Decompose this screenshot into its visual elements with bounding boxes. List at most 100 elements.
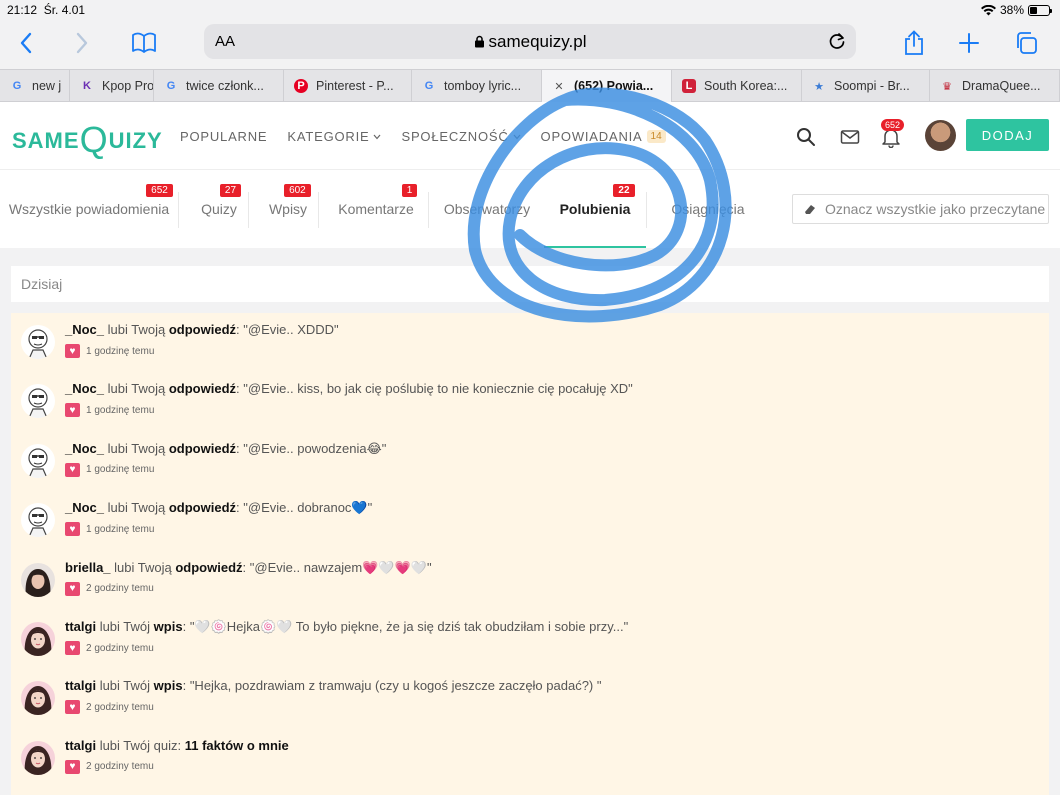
heart-icon: ♥ [65, 344, 80, 358]
tab-wpisy[interactable]: Wpisy 602 [258, 170, 318, 248]
target-type[interactable]: odpowiedź [169, 381, 236, 396]
tabs-icon [1017, 32, 1037, 54]
tab-overview-button[interactable] [1010, 28, 1042, 58]
tab-komentarze[interactable]: Komentarze 1 [324, 170, 428, 248]
browser-tab[interactable]: Gtwice członk... [154, 70, 284, 102]
target-type[interactable]: odpowiedź [175, 560, 242, 575]
target-type[interactable]: odpowiedź [169, 500, 236, 515]
tab-polubienia[interactable]: Polubienia 22 [544, 170, 646, 248]
notification-row[interactable]: ttalgi lubi Twój wpis: "🤍🍥Hejka🍥🤍 To był… [11, 610, 1049, 669]
tab-obserwatorzy[interactable]: Obserwatorzy [434, 170, 540, 248]
username[interactable]: briella_ [65, 560, 111, 575]
notification-text: ttalgi lubi Twój quiz: 11 faktów o mnie [65, 738, 289, 753]
add-button[interactable]: DODAJ [966, 119, 1049, 151]
forward-button[interactable] [66, 28, 98, 58]
username[interactable]: _Noc_ [65, 441, 104, 456]
target-type[interactable]: 11 faktów o mnie [185, 738, 289, 753]
notification-meta: ♥ 2 godziny temu [65, 581, 154, 596]
username[interactable]: ttalgi [65, 738, 96, 753]
share-button[interactable] [898, 28, 930, 58]
action-verb: lubi Twój [99, 619, 151, 634]
browser-tab[interactable]: ✕ (652) Powia... [542, 70, 672, 102]
notification-row[interactable]: briella_ lubi Twoją odpowiedź: "@Evie.. … [11, 551, 1049, 610]
google-icon: G [12, 80, 22, 92]
search-icon[interactable] [795, 126, 817, 148]
back-button[interactable] [10, 28, 42, 58]
target-type[interactable]: odpowiedź [169, 322, 236, 337]
username[interactable]: _Noc_ [65, 322, 104, 337]
action-verb: lubi Twoją [107, 500, 166, 516]
quoted-text: "🤍🍥Hejka🍥🤍 To było piękne, że ja się dzi… [189, 619, 629, 634]
separator: : [242, 559, 247, 575]
tab-label: Polubienia [559, 201, 631, 217]
browser-tab[interactable]: ★ Soompi - Br... [802, 70, 930, 102]
tab-osiągnięcia[interactable]: Osiągnięcia [656, 170, 760, 248]
timestamp: 1 godzinę temu [86, 523, 155, 535]
browser-tab-title: South Korea:... [704, 79, 788, 93]
user-avatar[interactable] [925, 120, 956, 151]
main-nav: POPULARNE KATEGORIE SPOŁECZNOŚĆ OPOWIADA… [180, 129, 666, 144]
mail-icon[interactable] [839, 126, 861, 148]
user-avatar[interactable] [21, 443, 55, 478]
timestamp: 2 godziny temu [86, 761, 154, 773]
browser-tab[interactable]: Gnew j [0, 70, 70, 102]
browser-tab[interactable]: L South Korea:... [672, 70, 802, 102]
tab-wszystkie-powiadomienia[interactable]: Wszystkie powiadomienia 652 [0, 170, 178, 248]
user-avatar[interactable] [21, 562, 55, 597]
notification-text: _Noc_ lubi Twoją odpowiedź: "@Evie.. XDD… [65, 322, 339, 337]
tab-quizy[interactable]: Quizy 27 [190, 170, 248, 248]
target-type[interactable]: wpis [154, 619, 183, 634]
username[interactable]: _Noc_ [65, 500, 104, 515]
notification-row[interactable]: _Noc_ lubi Twoją odpowiedź: "@Evie.. XDD… [11, 313, 1049, 372]
browser-tab[interactable]: ♛ DramaQuee... [930, 70, 1060, 102]
notification-row[interactable]: _Noc_ lubi Twoją odpowiedź: "@Evie.. kis… [11, 372, 1049, 431]
notification-row[interactable]: ttalgi lubi Twój wpis: "Hejka, pozdrawia… [11, 669, 1049, 728]
browser-tab-title: Pinterest - P... [316, 79, 394, 93]
separator: : [236, 381, 240, 397]
browser-tab[interactable]: K Kpop Pro [70, 70, 154, 102]
mark-all-read-button[interactable]: Oznacz wszystkie jako przeczytane [792, 194, 1049, 224]
notification-row[interactable]: _Noc_ lubi Twoją odpowiedź: "@Evie.. dob… [11, 491, 1049, 550]
new-tab-button[interactable] [953, 28, 985, 58]
nav-spolecznosc[interactable]: SPOŁECZNOŚĆ [401, 129, 520, 144]
timestamp: 2 godziny temu [86, 701, 154, 713]
nav-opowiadania[interactable]: OPOWIADANIA 14 [541, 129, 666, 144]
separator: : [236, 322, 240, 337]
close-tab-icon[interactable]: ✕ [552, 79, 566, 93]
quoted-text: "@Evie.. dobranoc💙" [243, 500, 373, 516]
username[interactable]: _Noc_ [65, 381, 104, 396]
bookmarks-button[interactable] [128, 28, 160, 58]
tab-divider [646, 192, 647, 228]
quoted-text: "@Evie.. kiss, bo jak cię poślubię to ni… [243, 381, 633, 397]
browser-tab[interactable]: P Pinterest - P... [284, 70, 412, 102]
browser-tab-title: (652) Powia... [574, 79, 654, 93]
opowiadania-count: 14 [646, 130, 666, 143]
tab-label: Quizy [201, 201, 237, 217]
user-avatar[interactable] [21, 384, 55, 419]
reload-icon[interactable] [826, 30, 848, 52]
user-avatar[interactable] [21, 503, 55, 538]
username[interactable]: ttalgi [65, 619, 96, 634]
nav-kategorie[interactable]: KATEGORIE [287, 129, 381, 144]
username[interactable]: ttalgi [65, 678, 96, 693]
notification-row[interactable]: _Noc_ lubi Twoją odpowiedź: "@Evie.. pow… [11, 432, 1049, 491]
samequizy-logo[interactable]: SAMEQUIZY [12, 118, 163, 158]
user-avatar[interactable] [21, 622, 55, 656]
user-avatar[interactable] [21, 740, 55, 775]
browser-tab-title: tomboy lyric... [444, 79, 522, 93]
action-verb: lubi Twoją [107, 440, 166, 456]
browser-toolbar: AA samequizy.pl [0, 22, 1060, 68]
user-avatar[interactable] [21, 681, 55, 716]
share-icon [905, 30, 923, 55]
target-type[interactable]: wpis [154, 678, 183, 693]
quoted-text: "@Evie.. XDDD" [243, 322, 339, 337]
browser-tab[interactable]: Gtomboy lyric... [412, 70, 542, 102]
notification-row[interactable]: ttalgi lubi Twój quiz: 11 faktów o mnie ♥… [11, 729, 1049, 788]
nav-popularne[interactable]: POPULARNE [180, 129, 267, 144]
google-icon: G [166, 80, 176, 92]
target-type[interactable]: odpowiedź [169, 441, 236, 456]
notification-text: _Noc_ lubi Twoją odpowiedź: "@Evie.. kis… [65, 381, 633, 396]
notification-meta: ♥ 1 godzinę temu [65, 403, 154, 418]
address-bar[interactable]: AA samequizy.pl [204, 24, 856, 59]
user-avatar[interactable] [21, 325, 55, 359]
